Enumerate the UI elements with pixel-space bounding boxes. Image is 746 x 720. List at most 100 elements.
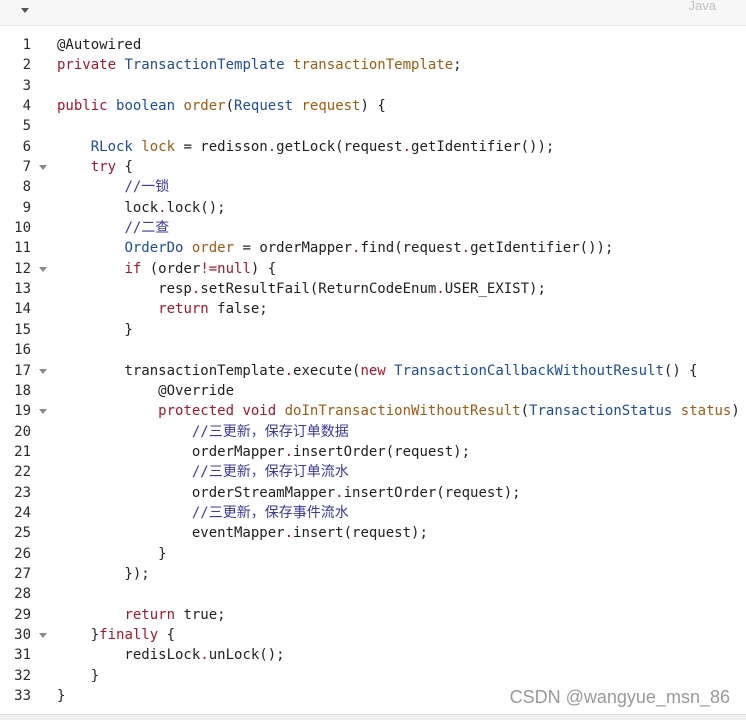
code-line: 10 //二查 (0, 218, 746, 238)
code-token: lock(); (166, 199, 226, 216)
code-token: true; (175, 606, 226, 623)
code-token: getLock(request (276, 138, 403, 155)
code-token: }); (57, 565, 150, 582)
code-block-header: Java (0, 0, 746, 26)
code-token: new (360, 362, 395, 379)
line-number: 12 (14, 260, 31, 277)
code-line: 6 RLock lock = redisson.getLock(request.… (0, 137, 746, 157)
code-text: try { (57, 157, 133, 177)
code-token: . (267, 138, 277, 155)
code-token: . (158, 199, 167, 216)
code-token: order (191, 240, 235, 257)
fold-toggle-icon[interactable] (38, 259, 48, 279)
fold-toggle-icon[interactable] (38, 625, 48, 645)
line-number: 16 (14, 342, 31, 359)
code-text: return true; (57, 605, 226, 625)
code-line: 32 } (0, 666, 746, 686)
code-token: unLock(); (208, 647, 285, 664)
line-number: 1 (22, 37, 31, 53)
line-number: 32 (14, 667, 31, 684)
line-number: 21 (14, 443, 31, 460)
code-token: lock (141, 138, 176, 155)
code-token: @Override (158, 382, 235, 399)
code-token: ) (731, 403, 740, 420)
code-text: } (57, 686, 65, 706)
code-token: USER_EXIST); (444, 281, 546, 298)
code-token: //三更新，保存订单流水 (191, 464, 349, 481)
code-token: getIdentifier()); (411, 138, 555, 155)
line-number: 13 (14, 281, 31, 298)
code-token: ) { (360, 98, 386, 115)
code-token: insert(request); (293, 525, 428, 542)
code-text: return false; (57, 299, 268, 319)
code-line: 17 transactionTemplate.execute(new Trans… (0, 361, 746, 381)
code-token: return (124, 606, 176, 623)
code-token: redisLock (57, 647, 201, 664)
line-number: 22 (14, 464, 31, 481)
line-number: 5 (22, 118, 31, 135)
code-line: 18 @Override (0, 381, 746, 401)
code-line: 3 (0, 76, 746, 96)
code-token: private (57, 57, 125, 74)
code-token: . (284, 525, 294, 542)
code-token: ; (453, 57, 462, 74)
code-line: 4 public boolean order(Request request) { (0, 96, 746, 116)
chevron-down-icon[interactable] (16, 4, 34, 18)
code-token: Request (234, 98, 302, 115)
code-text: } (57, 320, 133, 340)
code-text: }finally { (57, 625, 175, 645)
code-line: 13 resp.setResultFail(ReturnCodeEnum.USE… (0, 279, 746, 299)
line-number: 8 (22, 179, 31, 196)
code-token: . (461, 240, 471, 257)
code-token: execute( (293, 362, 361, 379)
line-number: 29 (14, 606, 31, 623)
code-line: 20 //三更新，保存订单数据 (0, 422, 746, 442)
code-text: lock.lock(); (57, 198, 226, 218)
code-line: 23 orderStreamMapper.insertOrder(request… (0, 483, 746, 503)
code-line: 31 redisLock.unLock(); (0, 645, 746, 665)
code-token: //一锁 (124, 179, 170, 196)
code-token: = redisson (175, 138, 268, 155)
code-token: transactionTemplate (57, 362, 285, 379)
code-token: { (158, 626, 176, 643)
line-number: 15 (14, 321, 31, 338)
line-number: 31 (14, 647, 31, 664)
code-token: getIdentifier()); (470, 240, 614, 257)
code-token: //三更新，保存订单数据 (191, 423, 349, 440)
code-token: () { (663, 362, 698, 379)
code-line: 7 try { (0, 157, 746, 177)
code-text: //三更新，保存订单流水 (57, 462, 349, 482)
code-text: transactionTemplate.execute(new Transact… (57, 361, 698, 381)
code-token: . (284, 362, 294, 379)
code-token: protected (158, 403, 243, 420)
code-token: request (301, 98, 361, 115)
fold-toggle-icon[interactable] (38, 401, 48, 421)
line-number: 10 (14, 220, 31, 237)
line-number: 30 (14, 626, 31, 643)
code-token: } (57, 321, 133, 338)
code-line: 24 //三更新，保存事件流水 (0, 503, 746, 523)
code-line: 26 } (0, 544, 746, 564)
code-text: orderMapper.insertOrder(request); (57, 442, 470, 462)
code-text: public boolean order(Request request) { (57, 96, 386, 116)
code-line: 25 eventMapper.insert(request); (0, 523, 746, 543)
horizontal-scrollbar[interactable] (0, 714, 746, 720)
code-token: return (158, 301, 209, 318)
line-number: 9 (22, 199, 31, 216)
code-line: 30 }finally { (0, 625, 746, 645)
line-number: 18 (14, 382, 31, 399)
code-token: transactionTemplate (293, 57, 454, 74)
code-token: setResultFail(ReturnCodeEnum (200, 281, 437, 298)
code-token: . (200, 647, 209, 664)
fold-toggle-icon[interactable] (38, 157, 48, 177)
code-token: } (57, 626, 100, 643)
code-token: doInTransactionWithoutResult (284, 403, 521, 420)
code-token: . (402, 138, 412, 155)
fold-toggle-icon[interactable] (38, 361, 48, 381)
